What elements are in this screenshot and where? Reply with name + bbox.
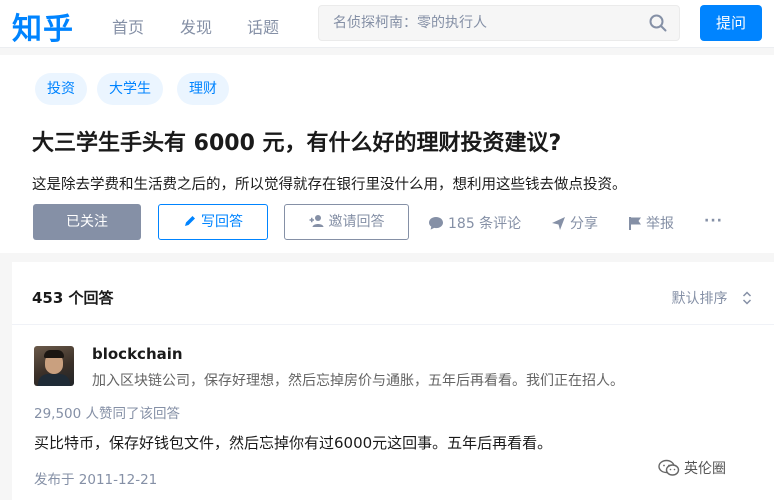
question-header: 投资 大学生 理财 大三学生手头有 6000 元，有什么好的理财投资建议? 这是…	[0, 55, 774, 253]
publish-date[interactable]: 发布于 2011-12-21	[34, 468, 157, 488]
answer-content: 买比特币，保存好钱包文件，然后忘掉你有过6000元这回事。五年后再看看。	[34, 434, 553, 452]
answer-count: 453 个回答	[32, 289, 114, 307]
share-icon	[552, 217, 565, 230]
comments-label: 185 条评论	[448, 216, 522, 232]
sort-label: 默认排序	[671, 291, 728, 307]
search-icon[interactable]	[649, 14, 667, 32]
write-answer-label: 写回答	[201, 214, 243, 230]
nav-topics[interactable]: 话题	[247, 14, 279, 38]
author-name[interactable]: blockchain	[92, 345, 183, 363]
zhihu-logo[interactable]: 知乎	[12, 4, 74, 48]
more-options-button[interactable]: ···	[704, 213, 723, 229]
topic-tag[interactable]: 投资	[35, 73, 87, 105]
question-description: 这是除去学费和生活费之后的，所以觉得就存在银行里没什么用，想利用这些钱去做点投资…	[32, 177, 627, 193]
follow-button[interactable]: 已关注	[33, 204, 141, 240]
report-label: 举报	[646, 216, 674, 232]
topic-tag[interactable]: 理财	[177, 73, 229, 105]
search-box[interactable]	[318, 5, 680, 41]
question-title: 大三学生手头有 6000 元，有什么好的理财投资建议?	[32, 131, 562, 156]
write-answer-button[interactable]: 写回答	[158, 204, 268, 240]
report-button[interactable]: 举报	[628, 213, 674, 233]
watermark-text: 英伦圈	[684, 461, 726, 477]
watermark: 英伦圈	[658, 458, 726, 478]
add-user-icon	[309, 215, 323, 227]
divider	[12, 324, 774, 325]
invite-answer-button[interactable]: 邀请回答	[284, 204, 409, 240]
nav-home[interactable]: 首页	[112, 14, 144, 38]
comments-button[interactable]: 185 条评论	[428, 213, 521, 233]
topic-tag[interactable]: 大学生	[97, 73, 163, 105]
invite-answer-label: 邀请回答	[328, 214, 385, 230]
nav-discover[interactable]: 发现	[180, 14, 212, 38]
share-label: 分享	[570, 216, 598, 232]
author-bio: 加入区块链公司，保存好理想，然后忘掉房价与通胀，五年后再看看。我们正在招人。	[92, 373, 624, 389]
sort-dropdown[interactable]: 默认排序	[672, 288, 752, 308]
ask-question-button[interactable]: 提问	[700, 5, 762, 41]
search-input[interactable]	[333, 6, 633, 40]
sort-chevrons-icon	[742, 291, 752, 305]
avatar[interactable]	[34, 346, 74, 386]
pencil-icon	[185, 216, 195, 226]
share-button[interactable]: 分享	[551, 213, 598, 233]
vote-count: 29,500 人赞同了该回答	[34, 406, 181, 422]
top-navbar: 知乎 首页 发现 话题 提问	[0, 0, 774, 48]
flag-icon	[629, 217, 641, 230]
comment-icon	[429, 217, 443, 230]
wechat-icon	[658, 459, 680, 476]
